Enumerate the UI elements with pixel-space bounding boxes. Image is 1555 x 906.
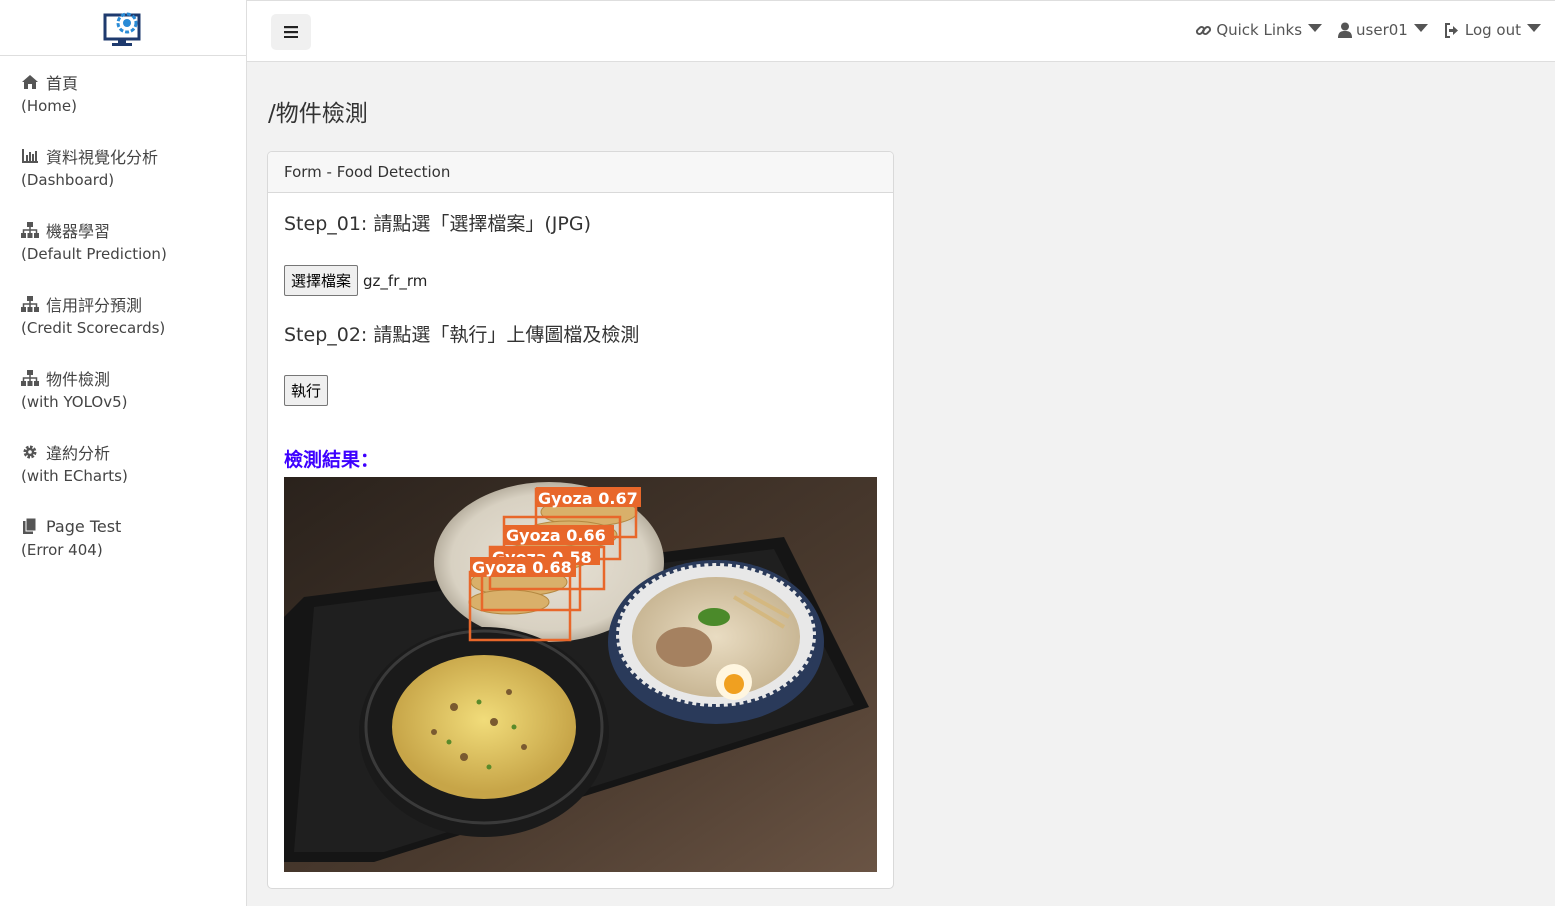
logo-area (0, 0, 246, 56)
run-button[interactable]: 執行 (284, 375, 329, 406)
sitemap-icon (21, 221, 39, 239)
sidebar-item-label: 資料視覺化分析 (46, 148, 159, 167)
sidebar-item-sub: (Error 404) (21, 541, 103, 559)
card-header: Form - Food Detection (268, 152, 893, 193)
sidebar-item-object-detection[interactable]: 物件檢測 (with YOLOv5) (0, 364, 246, 438)
sidebar-item-default-analysis[interactable]: 違約分析 (with ECharts) (0, 438, 246, 512)
step2-text: Step_02: 請點選「執行」上傳圖檔及檢測 (284, 324, 640, 346)
copy-icon (21, 517, 39, 535)
link-icon (1196, 25, 1212, 35)
sidebar-item-dashboard[interactable]: 資料視覺化分析 (Dashboard) (0, 142, 246, 216)
user-label: user01 (1356, 21, 1408, 39)
file-input-row: 選擇檔案 gz_fr_rm (284, 265, 427, 296)
page-title: /物件檢測 (268, 101, 368, 127)
home-icon (21, 73, 39, 91)
bar-chart-icon (21, 147, 39, 165)
logo-icon[interactable] (103, 9, 143, 47)
user-icon (1338, 22, 1353, 38)
sidebar-item-sub: (with ECharts) (21, 467, 128, 485)
food-detection-card: Form - Food Detection Step_01: 請點選「選擇檔案」… (267, 151, 894, 889)
sidebar-item-page-test[interactable]: Page Test (Error 404) (0, 512, 246, 586)
sidebar-item-label: 違約分析 (46, 444, 111, 463)
sidebar-nav: 首頁 (Home) 資料視覺化分析 (Dashboard) 機器學習 (Defa… (0, 56, 246, 586)
logout-dropdown[interactable]: Log out (1444, 21, 1541, 39)
detection-label: Gyoza 0.68 (472, 558, 572, 577)
sidebar-item-sub: (with YOLOv5) (21, 393, 128, 411)
sidebar-item-label: 首頁 (46, 74, 79, 93)
sidebar-item-sub: (Default Prediction) (21, 245, 167, 263)
file-name: gz_fr_rm (363, 271, 428, 290)
sign-out-icon (1444, 22, 1458, 38)
sidebar-item-sub: (Credit Scorecards) (21, 319, 166, 337)
sidebar-item-label: 信用評分預測 (46, 296, 143, 315)
sidebar-item-credit-scorecards[interactable]: 信用評分預測 (Credit Scorecards) (0, 290, 246, 364)
menu-toggle-button[interactable] (271, 14, 311, 50)
choose-file-button[interactable]: 選擇檔案 (284, 265, 359, 296)
sidebar-item-label: 機器學習 (46, 222, 111, 241)
sidebar-item-sub: (Home) (21, 97, 78, 115)
user-dropdown[interactable]: user01 (1338, 21, 1428, 39)
chevron-down-icon (1413, 24, 1428, 32)
detection-label: Gyoza 0.67 (538, 489, 638, 508)
chevron-down-icon (1308, 24, 1323, 32)
chevron-down-icon (1527, 24, 1541, 32)
logout-label: Log out (1464, 21, 1521, 39)
topnav: Quick Links user01 Log out (1179, 21, 1541, 39)
sitemap-icon (21, 369, 39, 387)
sidebar-item-sub: (Dashboard) (21, 171, 115, 189)
result-label: 檢測結果： (284, 449, 380, 471)
detection-result-image: Gyoza 0.67 Gyoza 0.66 Gyoza 0.58 Gyoza 0… (284, 477, 877, 872)
quick-links-dropdown[interactable]: Quick Links (1195, 21, 1323, 39)
sidebar: 首頁 (Home) 資料視覺化分析 (Dashboard) 機器學習 (Defa… (0, 0, 247, 906)
sitemap-icon (21, 295, 39, 313)
detection-label: Gyoza 0.66 (506, 526, 606, 545)
topbar: Quick Links user01 Log out (247, 0, 1555, 62)
step1-text: Step_01: 請點選「選擇檔案」(JPG) (284, 213, 591, 235)
quick-links-label: Quick Links (1216, 21, 1303, 39)
sidebar-item-label: Page Test (46, 516, 122, 536)
sidebar-item-label: 物件檢測 (46, 370, 111, 389)
sidebar-item-machine-learning[interactable]: 機器學習 (Default Prediction) (0, 216, 246, 290)
hamburger-icon (284, 26, 298, 38)
sidebar-item-home[interactable]: 首頁 (Home) (0, 68, 246, 142)
gear-icon (21, 443, 39, 461)
